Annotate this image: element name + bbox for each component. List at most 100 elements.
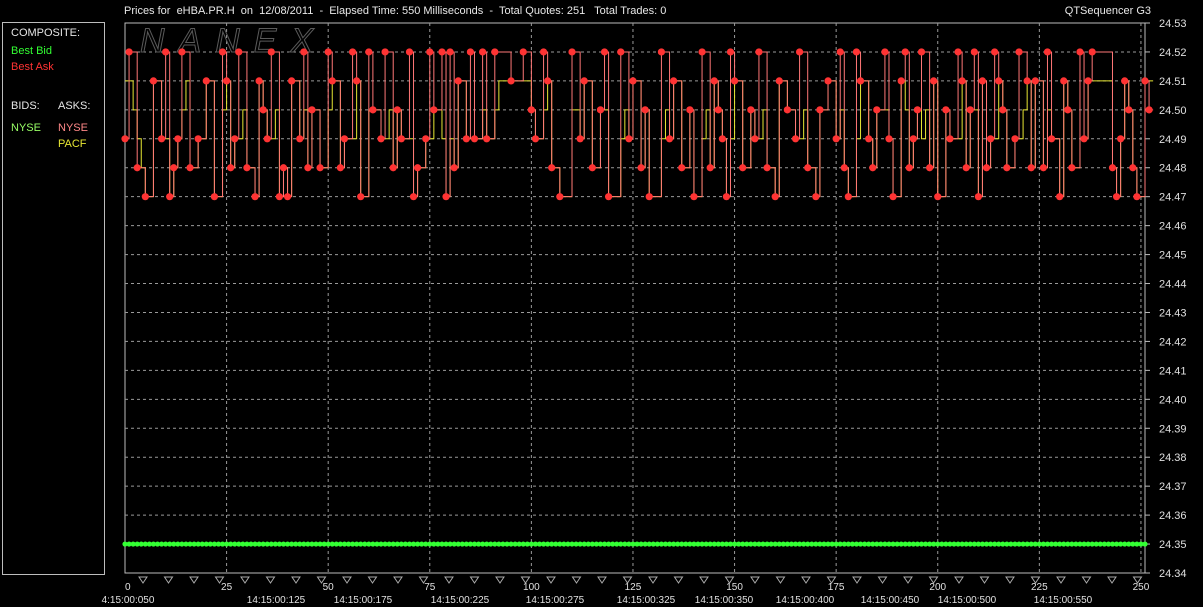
best-ask-point [121,135,129,143]
best-ask-point [1076,48,1084,56]
best-ask-point [641,106,649,114]
best-ask-point [913,106,922,114]
best-ask-point [1068,164,1076,172]
best-ask-point [730,77,739,85]
best-ask-point [275,193,284,201]
best-ask-point [991,48,999,56]
price-chart: NANEX 24.5324.5224.5124.5024.4924.4824.4… [102,18,1187,606]
y-tick-label: 24.39 [1159,423,1187,435]
best-ask-point [324,48,332,56]
best-ask-point [629,77,637,85]
best-ask-point [852,48,861,56]
grid-lines [124,22,1146,574]
best-ask-point [304,164,312,172]
time-marker [699,576,709,584]
best-ask-point [466,48,475,56]
best-ask-point [283,193,292,201]
best-ask-point [995,77,1003,85]
best-ask-point [377,135,385,143]
best-ask-point [316,164,324,172]
best-ask-point [966,106,974,114]
y-tick-label: 24.36 [1159,510,1187,522]
best-ask-point [556,193,564,201]
y-tick-label: 24.53 [1159,18,1187,30]
y-tick-label: 24.48 [1159,163,1187,175]
time-marker [444,576,454,584]
y-tick-label: 24.34 [1159,568,1187,580]
best-ask-point [369,106,377,114]
best-ask-point [353,77,361,85]
best-ask-point [454,77,462,85]
best-ask-point [690,193,698,201]
best-ask-point [1121,77,1129,85]
best-ask-point [714,106,722,114]
best-ask-point [340,135,349,143]
best-ask-point [954,48,962,56]
best-ask-point [531,135,540,143]
best-ask-point [267,48,275,56]
best-ask-point [288,77,296,85]
best-ask-point [739,164,747,172]
best-ask-point [507,77,515,85]
best-bid-series [122,541,1148,547]
best-ask-point [442,193,450,201]
time-marker [597,576,607,584]
x-time-label: 14:15:00:550 [1034,595,1093,606]
best-ask-point [795,48,804,56]
best-ask-point [755,48,763,56]
best-ask-point [446,48,454,56]
best-ask-point [596,106,605,114]
x-time-label: 14:15:00:225 [431,595,490,606]
best-ask-point [1084,77,1092,85]
best-ask-point [840,164,848,172]
x-time-label: 14:15:00:325 [617,595,676,606]
best-ask-point [637,164,645,172]
best-ask-point [686,106,694,114]
best-ask-point [231,135,239,143]
best-ask-point [706,164,714,172]
best-ask-point [381,48,389,56]
best-ask-point [1031,77,1039,85]
time-marker [801,576,811,584]
best-ask-point [336,164,344,172]
best-ask-point [783,106,791,114]
best-ask-point [413,164,422,172]
best-ask-point [710,77,718,85]
best-ask-point [816,106,824,114]
y-tick-label: 24.51 [1159,76,1187,88]
time-marker [189,576,199,584]
best-ask-point [1112,193,1121,201]
best-ask-point [873,106,881,114]
best-ask-point [389,164,397,172]
best-ask-point [568,48,576,56]
best-ask-point [763,164,771,172]
best-ask-point [856,77,865,85]
best-ask-point [844,193,852,201]
time-marker [367,576,378,584]
best-ask-point [804,164,812,172]
x-tick-label: 50 [323,582,335,593]
best-ask-point [881,48,889,56]
best-ask-point [210,193,219,201]
best-ask-point [869,164,877,172]
best-ask-point [625,135,633,143]
best-bid-point [1142,541,1148,547]
best-ask-point [1129,164,1137,172]
best-ask-point [166,193,174,201]
best-ask-point [157,135,166,143]
best-ask-point [255,77,263,85]
best-ask-point [1039,164,1048,172]
best-ask-point [548,164,556,172]
y-tick-label: 24.52 [1159,47,1187,59]
best-ask-point [174,135,182,143]
best-ask-point [665,135,674,143]
best-ask-point [222,77,231,85]
best-ask-point [982,164,991,172]
best-ask-point [202,77,210,85]
best-ask-point [1141,77,1149,85]
best-ask-point [218,48,227,56]
best-ask-point [1145,106,1153,114]
time-marker [648,576,658,584]
y-tick-label: 24.37 [1159,481,1187,493]
best-ask-point [1080,135,1088,143]
